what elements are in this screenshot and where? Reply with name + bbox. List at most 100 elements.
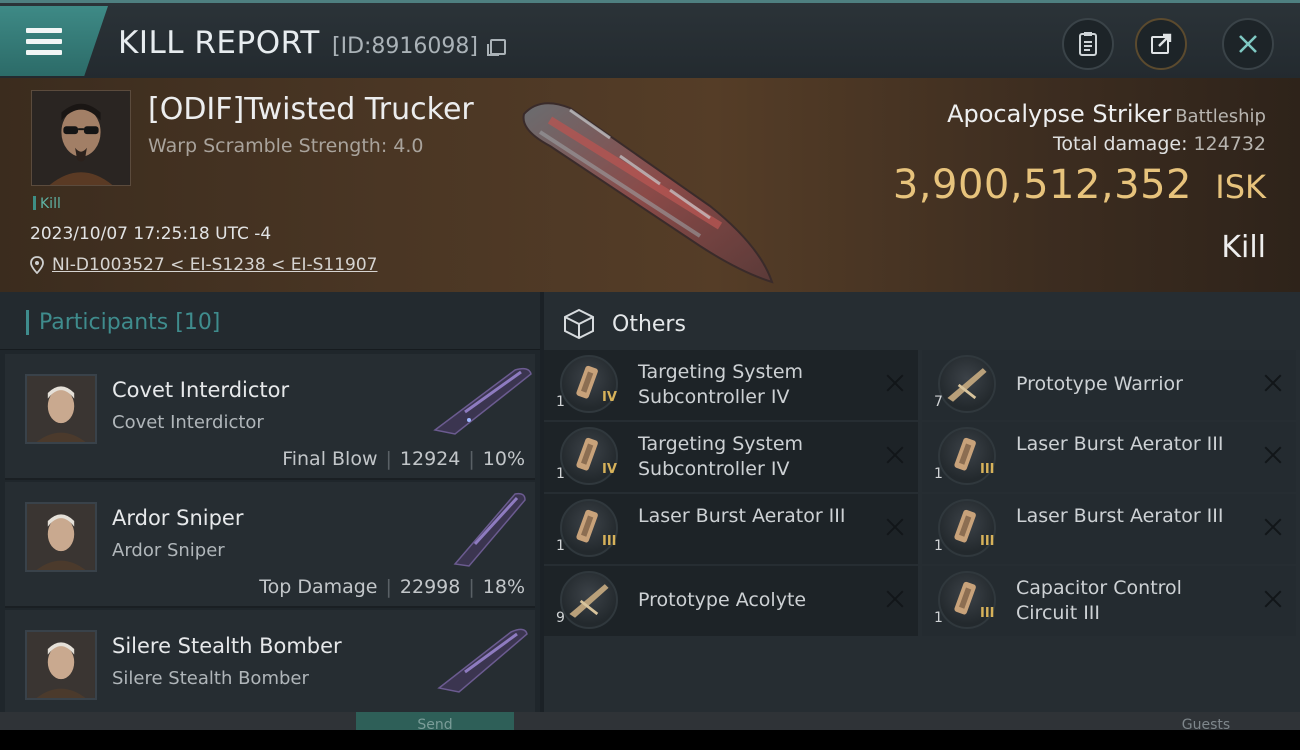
item-name: Targeting System Subcontroller IV [638,361,804,408]
participants-title-text: Participants [39,310,169,335]
item-name: Laser Burst Aerator III [638,505,846,527]
participant-damage: 22998 [399,576,461,598]
close-button[interactable] [1222,18,1274,70]
location-pin-icon [30,256,44,274]
destroyed-x-icon [884,516,906,538]
victim-name[interactable]: [ODIF]Twisted Trucker [148,92,474,127]
guests-button[interactable]: Guests [1156,712,1256,730]
destroyed-x-icon [1262,516,1284,538]
participant-percent: 18% [482,576,525,598]
item-tier: IV [602,390,617,405]
kill-result: Kill [1221,230,1266,265]
module-icon [560,571,618,629]
header-bar: KILL REPORT [ID:8916098] [0,0,1300,78]
loot-item[interactable]: 9 Prototype Acolyte [544,566,918,636]
participant-name: Silere Stealth Bomber [112,634,342,658]
isk-unit: ISK [1215,168,1266,206]
clipboard-button[interactable] [1062,18,1114,70]
cube-icon [564,308,594,340]
item-tier: III [980,606,995,621]
destroyed-x-icon [884,372,906,394]
item-name: Laser Burst Aerator III [1016,433,1224,455]
victim-avatar[interactable] [31,90,131,186]
participant-avatar[interactable] [25,630,97,700]
destroyed-x-icon [884,588,906,610]
others-header: Others [544,292,1300,350]
loot-item[interactable]: 1 IV Targeting System Subcontroller IV [544,350,918,420]
ship-name-text: Apocalypse Striker [947,100,1172,128]
item-name: Prototype Acolyte [638,589,807,611]
item-tier: III [602,534,617,549]
participants-header: Participants [10] [0,292,540,350]
total-damage: Total damage: 124732 [1053,133,1266,155]
page-title: KILL REPORT [118,25,320,61]
item-tier: III [980,462,995,477]
loot-item[interactable]: 1 III Laser Burst Aerator III [922,422,1296,492]
menu-icon-line [26,39,62,44]
victim-ship-image [522,102,774,284]
participant-stats: Top Damage | 22998 | 18% [259,576,525,598]
item-quantity: 1 [556,538,565,554]
isk-value: 3,900,512,352 [892,162,1192,208]
destroyed-x-icon [1262,372,1284,394]
report-id: [ID:8916098] [332,34,478,59]
chat-bar: Send Guests [0,712,1300,730]
close-icon [1239,35,1257,53]
item-quantity: 1 [934,610,943,626]
destroyed-x-icon [1262,588,1284,610]
participant-row[interactable]: Covet Interdictor Covet Interdictor Fina… [5,354,535,480]
participant-name: Covet Interdictor [112,378,290,402]
participant-ship-image [453,492,526,567]
participant-ship-image [437,628,528,693]
item-name: Capacitor Control Circuit III [1016,577,1182,624]
total-damage-label: Total damage: [1053,133,1188,155]
others-title: Others [612,312,686,337]
item-tier: III [980,534,995,549]
item-quantity: 1 [934,538,943,554]
participant-ship: Covet Interdictor [112,412,264,433]
item-quantity: 1 [934,466,943,482]
participant-stats: Final Blow | 12924 | 10% [282,448,525,470]
clipboard-icon [1079,32,1097,56]
participant-name: Ardor Sniper [112,506,244,530]
participants-title: Participants [10] [26,310,220,335]
item-tier: IV [602,462,617,477]
item-quantity: 1 [556,466,565,482]
kill-location[interactable]: NI-D1003527 < EI-S1238 < EI-S11907 [30,255,377,275]
participant-avatar[interactable] [25,374,97,444]
participant-tag: Top Damage [259,576,378,598]
send-button[interactable]: Send [356,712,514,730]
loot-item[interactable]: 7 Prototype Warrior [922,350,1296,420]
item-quantity: 9 [556,610,565,626]
kill-report-window: KILL REPORT [ID:8916098] [ODIF]Twisted T… [0,0,1300,730]
loot-item[interactable]: 1 IV Targeting System Subcontroller IV [544,422,918,492]
participant-ship: Ardor Sniper [112,540,225,561]
loot-item[interactable]: 1 III Laser Burst Aerator III [922,494,1296,564]
location-link[interactable]: NI-D1003527 < EI-S1238 < EI-S11907 [52,255,377,275]
kill-tag: Kill [33,196,61,212]
menu-button[interactable] [0,6,108,76]
participant-ship-image [433,367,532,435]
total-damage-value: 124732 [1193,133,1266,155]
participant-avatar[interactable] [25,502,97,572]
participant-damage: 12924 [399,448,461,470]
participants-count: [10] [175,310,221,335]
participant-ship: Silere Stealth Bomber [112,668,309,689]
participants-panel: Participants [10] Covet Interdictor Cove… [0,292,540,730]
kill-timestamp: 2023/10/07 17:25:18 UTC -4 [30,224,272,244]
loot-item[interactable]: 1 III Capacitor Control Circuit III [922,566,1296,636]
item-quantity: 1 [556,394,565,410]
item-name: Laser Burst Aerator III [1016,505,1224,527]
participant-tag: Final Blow [282,448,378,470]
share-button[interactable] [1135,18,1187,70]
menu-icon-line [26,50,62,55]
participant-row[interactable]: Ardor Sniper Ardor Sniper Top Damage | 229… [5,482,535,608]
item-quantity: 7 [934,394,943,410]
participant-percent: 10% [482,448,525,470]
copy-icon[interactable] [487,39,506,56]
others-panel: Others 1 IV Targeting System Subcontroller… [544,292,1300,712]
loot-item[interactable]: 1 III Laser Burst Aerator III [544,494,918,564]
destroyed-x-icon [884,444,906,466]
destroyed-x-icon [1262,444,1284,466]
ship-class: Battleship [1175,106,1266,127]
